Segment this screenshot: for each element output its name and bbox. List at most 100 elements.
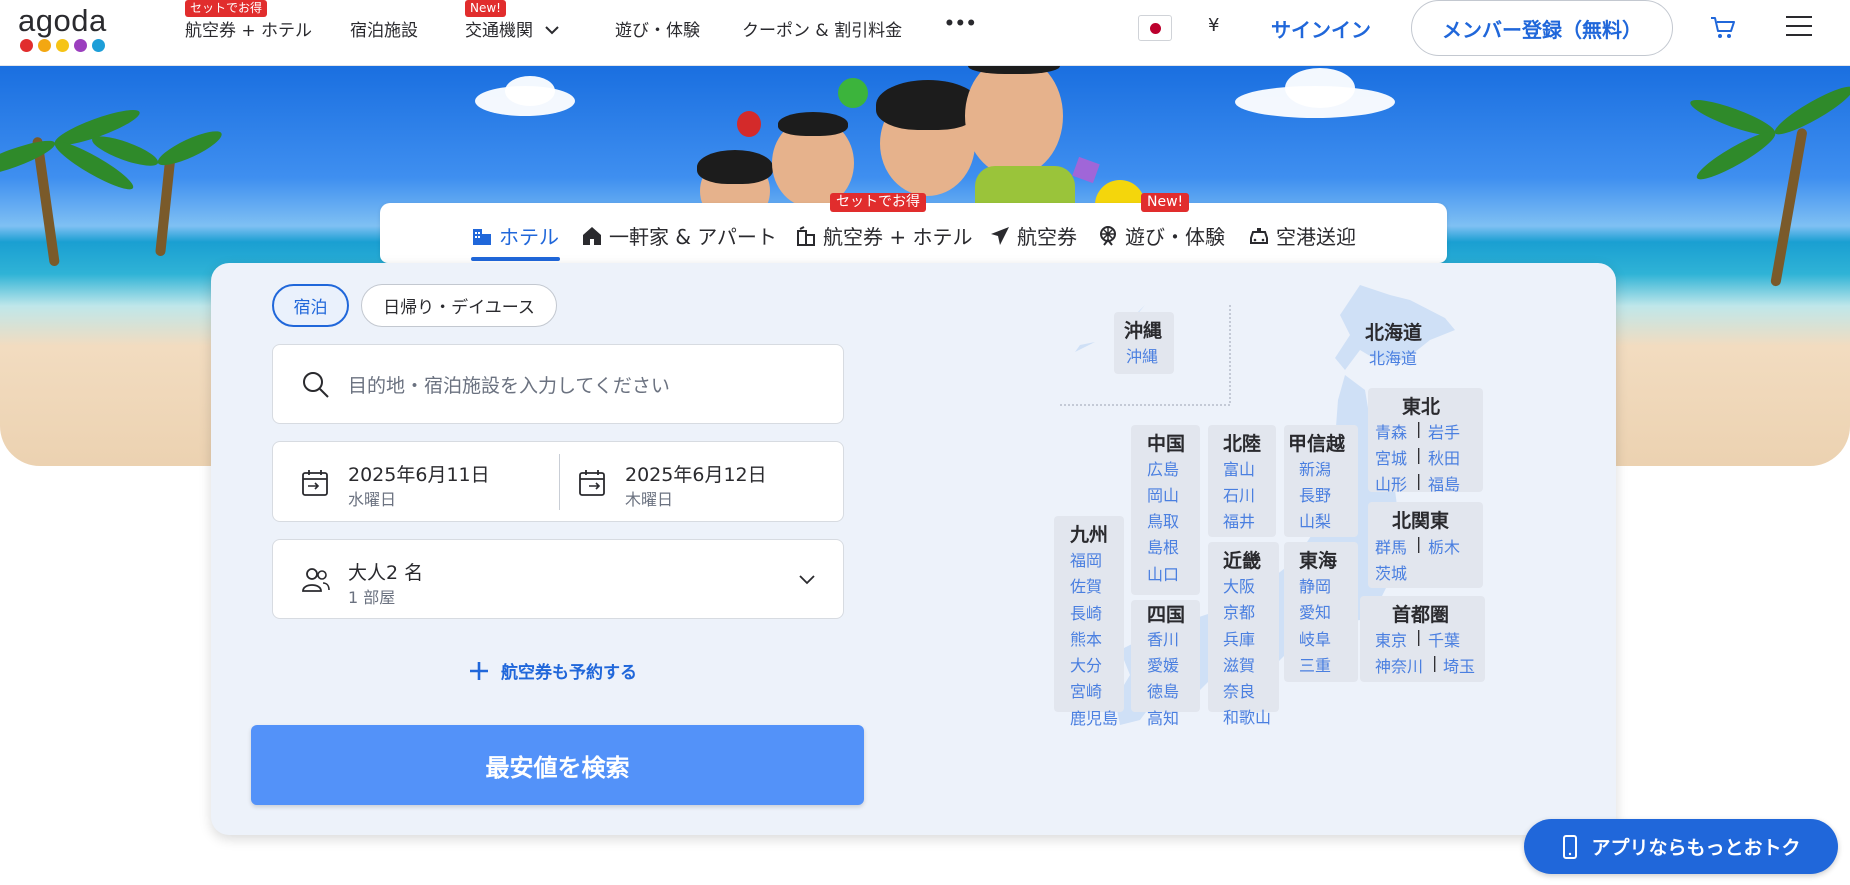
pref-link-yamaguchi[interactable]: 山口	[1147, 561, 1179, 585]
pref-link-okinawa[interactable]: 沖縄	[1126, 343, 1158, 367]
destination-search-input[interactable]: 目的地・宿泊施設を入力してください	[272, 344, 844, 424]
pref-link-tottori[interactable]: 鳥取	[1147, 508, 1179, 532]
pref-link-miyagi[interactable]: 宮城	[1375, 445, 1407, 469]
pref-link-wakayama[interactable]: 和歌山	[1223, 704, 1271, 728]
checkin-field[interactable]: 2025年6月11日 水曜日	[273, 442, 559, 523]
region-title-kitakanto: 北関東	[1392, 510, 1450, 532]
pref-link-tokushima[interactable]: 徳島	[1147, 678, 1179, 702]
top-navigation: agoda セットでお得 航空券 + ホテル 宿泊施設 New! 交通機関 遊び…	[0, 0, 1850, 66]
pref-link-tochigi[interactable]: 栃木	[1428, 534, 1460, 558]
destination-placeholder: 目的地・宿泊施設を入力してください	[348, 375, 670, 397]
phone-icon	[1563, 834, 1578, 859]
pref-link-kagoshima[interactable]: 鹿児島	[1070, 705, 1118, 729]
tab-flight-hotel[interactable]: 航空券 + ホテル	[795, 221, 972, 250]
region-title-tokai: 東海	[1299, 550, 1338, 572]
pref-link-nagano[interactable]: 長野	[1299, 482, 1331, 506]
pref-link-yamanashi[interactable]: 山梨	[1299, 508, 1331, 532]
nav-transport[interactable]: New! 交通機関	[465, 0, 560, 41]
pref-link-niigata[interactable]: 新潟	[1299, 456, 1331, 480]
pref-link-hiroshima[interactable]: 広島	[1147, 456, 1179, 480]
pref-link-yamagata[interactable]: 山形	[1375, 471, 1407, 495]
pref-link-mie[interactable]: 三重	[1299, 652, 1331, 676]
signin-link[interactable]: サインイン	[1271, 14, 1371, 43]
pref-link-osaka[interactable]: 大阪	[1223, 573, 1255, 597]
checkout-field[interactable]: 2025年6月12日 木曜日	[560, 442, 844, 523]
nav-flight-hotel[interactable]: セットでお得 航空券 + ホテル	[185, 0, 313, 41]
pref-link-kagawa[interactable]: 香川	[1147, 626, 1179, 650]
guest-room-selector[interactable]: 大人2 名 1 部屋	[272, 539, 844, 619]
pref-link-miyazaki[interactable]: 宮崎	[1070, 678, 1102, 702]
more-menu-button[interactable]: •••	[944, 14, 977, 34]
pref-link-okayama[interactable]: 岡山	[1147, 482, 1179, 506]
pref-link-gunma[interactable]: 群馬	[1375, 534, 1407, 558]
pref-link-hokkaido[interactable]: 北海道	[1369, 345, 1417, 369]
airplane-icon	[991, 226, 1009, 245]
hamburger-menu-icon[interactable]	[1786, 12, 1814, 40]
nav-coupons-label: クーポン & 割引料金	[742, 21, 903, 41]
app-download-label: アプリならもっとおトク	[1591, 837, 1801, 859]
region-title-hokkaido: 北海道	[1365, 322, 1423, 344]
region-title-tohoku: 東北	[1402, 396, 1441, 418]
logo-dots	[20, 39, 105, 52]
pref-link-kochi[interactable]: 高知	[1147, 705, 1179, 729]
pref-link-hyogo[interactable]: 兵庫	[1223, 626, 1255, 650]
pref-link-toyama[interactable]: 富山	[1223, 456, 1255, 480]
pref-link-fukushima[interactable]: 福島	[1428, 471, 1460, 495]
nav-accommodation[interactable]: 宿泊施設	[350, 16, 418, 41]
region-title-hokuriku: 北陸	[1223, 433, 1262, 455]
tab-flight-hotel-label: 航空券 + ホテル	[823, 225, 973, 249]
nav-activities[interactable]: 遊び・体験	[615, 16, 700, 41]
pref-link-ishikawa[interactable]: 石川	[1223, 482, 1255, 506]
pref-link-fukuoka[interactable]: 福岡	[1070, 547, 1102, 571]
pref-link-aichi[interactable]: 愛知	[1299, 599, 1331, 623]
pref-link-tokyo[interactable]: 東京	[1375, 627, 1407, 651]
stay-type-dayuse[interactable]: 日帰り・デイユース	[361, 284, 557, 327]
pref-link-akita[interactable]: 秋田	[1428, 445, 1460, 469]
region-title-koshinetsu: 甲信越	[1288, 433, 1346, 455]
pref-link-chiba[interactable]: 千葉	[1428, 627, 1460, 651]
agoda-logo[interactable]: agoda	[18, 3, 118, 53]
pref-link-nara[interactable]: 奈良	[1223, 678, 1255, 702]
pref-link-aomori[interactable]: 青森	[1375, 419, 1407, 443]
tab-flights[interactable]: 航空券	[989, 221, 1077, 250]
currency-selector[interactable]: ¥	[1208, 15, 1219, 36]
nav-coupons[interactable]: クーポン & 割引料金	[742, 16, 902, 41]
tab-airport-transfer[interactable]: 空港送迎	[1248, 221, 1356, 250]
tab-activities[interactable]: 遊び・体験	[1097, 221, 1225, 250]
pref-link-gifu[interactable]: 岐阜	[1299, 626, 1331, 650]
pref-link-kumamoto[interactable]: 熊本	[1070, 626, 1102, 650]
pref-link-iwate[interactable]: 岩手	[1428, 419, 1460, 443]
region-map: 沖縄 沖縄 北海道 北海道 東北 青森 | 岩手 宮城 | 秋田 山形 | 福島…	[1040, 280, 1520, 750]
app-download-button[interactable]: アプリならもっとおトク	[1524, 819, 1838, 874]
japan-flag-icon[interactable]	[1138, 15, 1172, 41]
ferris-wheel-icon	[1100, 225, 1116, 246]
nav-flight-hotel-label: 航空券 + ホテル	[185, 21, 313, 41]
cart-icon[interactable]	[1708, 12, 1738, 42]
pref-link-saga[interactable]: 佐賀	[1070, 573, 1102, 597]
tab-badge-new: New!	[1141, 193, 1190, 212]
register-button[interactable]: メンバー登録（無料）	[1411, 0, 1673, 56]
pref-link-ibaraki[interactable]: 茨城	[1375, 560, 1407, 584]
tab-home-apartment[interactable]: 一軒家 & アパート	[581, 221, 777, 250]
guests-count: 大人2 名	[348, 562, 424, 584]
date-range-picker[interactable]: 2025年6月11日 水曜日 2025年6月12日 木曜日	[272, 441, 844, 522]
region-title-shikoku: 四国	[1147, 604, 1186, 626]
pref-link-ehime[interactable]: 愛媛	[1147, 652, 1179, 676]
tab-hotel[interactable]: ホテル	[471, 221, 559, 250]
pref-link-kanagawa[interactable]: 神奈川	[1375, 653, 1423, 677]
add-flight-link[interactable]: 航空券も予約する	[469, 658, 637, 683]
pref-link-shiga[interactable]: 滋賀	[1223, 652, 1255, 676]
search-icon	[303, 372, 329, 398]
stay-type-overnight[interactable]: 宿泊	[272, 284, 349, 327]
pref-link-shizuoka[interactable]: 静岡	[1299, 573, 1331, 597]
tab-activities-label: 遊び・体験	[1125, 225, 1225, 249]
region-title-kinki: 近畿	[1223, 550, 1262, 572]
pref-link-fukui[interactable]: 福井	[1223, 508, 1255, 532]
nav-badge-new: New!	[465, 0, 506, 17]
pref-link-saitama[interactable]: 埼玉	[1443, 653, 1475, 677]
pref-link-oita[interactable]: 大分	[1070, 652, 1102, 676]
search-button[interactable]: 最安値を検索	[251, 725, 864, 805]
pref-link-kyoto[interactable]: 京都	[1223, 599, 1255, 623]
pref-link-nagasaki[interactable]: 長崎	[1070, 600, 1102, 624]
pref-link-shimane[interactable]: 島根	[1147, 534, 1179, 558]
